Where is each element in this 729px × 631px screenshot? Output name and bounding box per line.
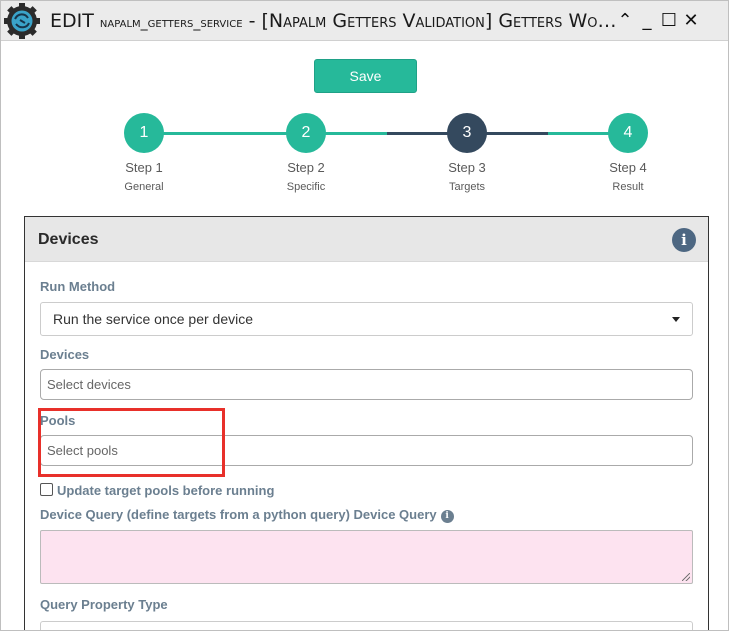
step-2-sub: Specific <box>286 181 326 193</box>
window-title: EDIT napalm_getters_service - [Napalm Ge… <box>50 10 616 32</box>
query-property-label: Query Property Type <box>40 597 168 612</box>
step-4-circle[interactable]: 4 <box>608 113 648 153</box>
panel-header: Devices i <box>25 217 708 262</box>
pools-highlight-box <box>38 408 225 477</box>
save-button[interactable]: Save <box>314 59 417 93</box>
info-icon[interactable]: i <box>440 510 454 523</box>
device-query-label: Device Query (define targets from a pyth… <box>40 507 437 522</box>
device-query-textarea[interactable] <box>40 530 693 584</box>
step-4-label: Step 4 <box>609 160 647 175</box>
app-logo-icon <box>4 3 40 39</box>
minimize-icon[interactable]: _ <box>638 10 656 32</box>
run-method-select[interactable]: Run the service once per device <box>40 302 693 336</box>
step-connector-1-2 <box>144 132 306 135</box>
title-service-detail: - [Napalm Getters Validation] Getters Wo… <box>242 10 617 32</box>
device-query-label-row: Device Query (define targets from a pyth… <box>40 507 454 523</box>
update-pools-checkbox[interactable] <box>40 483 53 496</box>
collapse-icon[interactable]: ⌃ <box>616 10 634 32</box>
step-1-label: Step 1 <box>125 160 163 175</box>
query-property-select[interactable] <box>40 621 693 630</box>
chevron-down-icon <box>672 317 680 322</box>
edit-service-window: EDIT napalm_getters_service - [Napalm Ge… <box>0 0 729 631</box>
step-4-sub: Result <box>612 181 644 193</box>
step-1-sub: General <box>124 181 164 193</box>
step-3-circle[interactable]: 3 <box>447 113 487 153</box>
panel-title: Devices <box>38 231 99 248</box>
step-3-label: Step 3 <box>448 160 486 175</box>
step-1-circle[interactable]: 1 <box>124 113 164 153</box>
run-method-value: Run the service once per device <box>53 311 253 327</box>
devices-input[interactable]: Select devices <box>40 369 693 400</box>
step-2-label: Step 2 <box>287 160 325 175</box>
title-bar[interactable]: EDIT napalm_getters_service - [Napalm Ge… <box>1 1 728 41</box>
step-2-circle[interactable]: 2 <box>286 113 326 153</box>
resize-handle-icon[interactable] <box>682 573 690 581</box>
title-prefix: EDIT <box>50 10 100 32</box>
info-icon[interactable]: i <box>672 228 696 252</box>
maximize-icon[interactable]: ☐ <box>660 10 678 32</box>
close-icon[interactable]: ✕ <box>682 10 700 32</box>
run-method-label: Run Method <box>40 279 116 294</box>
step-3-sub: Targets <box>448 181 486 193</box>
devices-label: Devices <box>40 347 90 362</box>
update-pools-label: Update target pools before running <box>57 483 275 498</box>
devices-panel: Devices i Run Method Run the service onc… <box>24 216 709 630</box>
title-service-name: napalm_getters_service <box>99 15 243 31</box>
